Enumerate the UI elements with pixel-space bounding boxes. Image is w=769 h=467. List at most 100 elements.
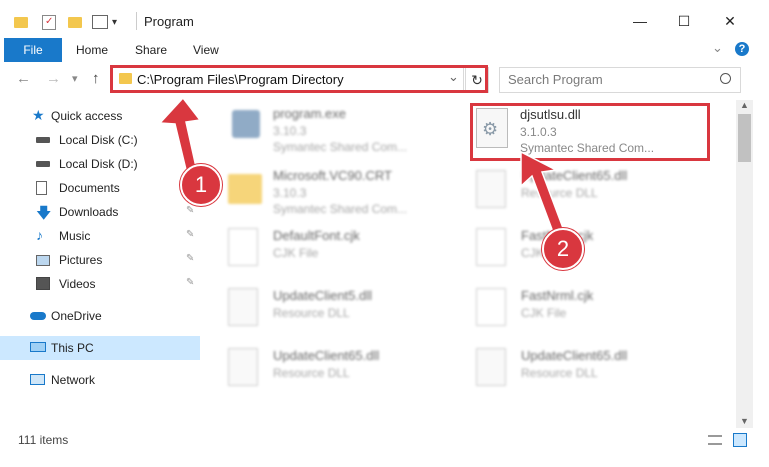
sidebar-item-network[interactable]: Network [0,368,200,392]
music-icon: ♪ [36,227,43,243]
file-item-program-exe[interactable]: program.exe 3.10.3 Symantec Shared Com..… [210,100,450,158]
sidebar-item-documents[interactable]: Documents [0,176,200,200]
documents-icon [36,181,47,195]
sidebar-item-label: Local Disk (C:) [59,133,138,147]
forward-button[interactable]: → [46,70,61,87]
file-item-updateclient5-dll[interactable]: UpdateClient5.dll Resource DLL [210,282,450,340]
tab-home[interactable]: Home [76,43,108,57]
tab-share[interactable]: Share [135,43,167,57]
file-icon [476,288,506,326]
file-item-updateclient65-dll-2[interactable]: UpdateClient65.dll Resource DLL [210,342,450,400]
window-title: Program [144,14,194,29]
search-icon[interactable] [720,73,731,84]
sidebar-item-videos[interactable]: Videos ✎ [0,272,200,296]
file-version: Resource DLL [521,366,598,380]
scrollbar-thumb[interactable] [738,114,751,162]
drive-icon [36,137,50,143]
recent-locations-button[interactable]: ▾ [72,72,78,85]
close-button[interactable]: ✕ [716,8,744,34]
customize-dropdown-icon[interactable]: ▾ [112,17,117,28]
folder-icon[interactable] [14,16,28,28]
chevron-down-icon[interactable]: ⌄ [712,40,723,56]
file-item-defaultfont-cjk[interactable]: DefaultFont.cjk CJK File [210,222,450,280]
file-version: Resource DLL [521,186,598,200]
minimize-button[interactable]: — [626,8,654,34]
navigation-pane: ★ Quick access Local Disk (C:) Local Dis… [0,100,200,420]
sidebar-item-label: OneDrive [51,309,102,323]
large-icons-view-icon[interactable] [733,433,747,447]
folder-icon [228,174,262,204]
file-name: UpdateClient65.dll [273,348,380,363]
callout-step-1: 1 [180,164,222,206]
sidebar-item-pictures[interactable]: Pictures ✎ [0,248,200,272]
sidebar-item-onedrive[interactable]: OneDrive [0,304,200,328]
new-folder-icon[interactable] [68,16,82,28]
help-icon[interactable]: ? [735,42,749,56]
file-icon [228,228,258,266]
item-count: 111 items [18,433,69,447]
pin-icon[interactable]: ✎ [186,253,194,264]
file-item-fastnrml-cjk-2[interactable]: FastNrml.cjk CJK File [458,282,698,340]
file-version: Resource DLL [273,366,350,380]
file-version: 3.10.3 [273,124,307,138]
file-name: FastNrml.cjk [521,288,594,303]
vertical-scrollbar[interactable]: ▲ ▼ [736,100,753,428]
sidebar-item-label: Documents [59,181,120,195]
sidebar-item-quick-access[interactable]: ★ Quick access [0,104,200,128]
computer-icon [30,342,46,352]
pin-icon[interactable]: ✎ [186,229,194,240]
sidebar-item-label: Quick access [51,109,123,123]
title-bar: ✓ ▾ Program — ☐ ✕ [0,0,769,38]
file-version: CJK File [273,246,319,260]
program-icon [232,110,260,138]
back-button[interactable]: ← [16,70,31,87]
file-item-vc90-crt[interactable]: Microsoft.VC90.CRT 3.10.3 Symantec Share… [210,162,450,220]
file-company: Symantec Shared Com... [273,140,408,154]
address-highlight-box [110,65,488,93]
sidebar-item-label: Music [59,229,91,243]
search-input[interactable]: Search Program [508,72,603,87]
file-item-updateclient65-dll[interactable]: UpdateClient65.dll Resource DLL [458,162,698,220]
up-button[interactable]: ↑ [92,70,100,87]
tab-file[interactable]: File [4,38,62,62]
pin-icon[interactable]: ✎ [186,277,194,288]
file-version: 3.10.3 [273,186,307,200]
pin-icon[interactable]: ✎ [186,205,194,216]
sidebar-item-downloads[interactable]: 🡇 Downloads ✎ [0,200,200,224]
sidebar-item-label: Local Disk (D:) [59,157,138,171]
file-version: Resource DLL [273,306,350,320]
download-icon: 🡇 [36,205,52,222]
tab-view[interactable]: View [193,43,219,57]
maximize-button[interactable]: ☐ [670,8,698,34]
ribbon: File Home Share View ⌄ ? [0,38,769,63]
properties-icon[interactable]: ✓ [42,14,56,30]
file-name: Microsoft.VC90.CRT [273,168,392,183]
file-name: DefaultFont.cjk [273,228,360,243]
quick-access-toolbar: ✓ ▾ [14,12,117,32]
file-name: UpdateClient65.dll [521,168,628,183]
scroll-up-icon[interactable]: ▲ [740,100,749,110]
sidebar-item-music[interactable]: ♪ Music ✎ [0,224,200,248]
file-icon [476,228,506,266]
search-box[interactable]: Search Program [499,67,741,93]
sidebar-item-label: Videos [59,277,96,291]
sidebar-item-label: Network [51,373,96,387]
drive-icon [36,161,50,167]
file-version: CJK File [521,306,567,320]
videos-icon [36,277,50,290]
sidebar-item-label: Pictures [59,253,103,267]
file-item-updateclient65-dll-3[interactable]: UpdateClient65.dll Resource DLL [458,342,698,400]
sidebar-item-this-pc[interactable]: This PC [0,336,200,360]
file-name: UpdateClient5.dll [273,288,373,303]
view-icon[interactable] [92,15,108,29]
star-icon: ★ [32,107,45,123]
file-name: UpdateClient65.dll [521,348,628,363]
sidebar-item-label: Downloads [59,205,119,219]
dll-gear-icon [228,348,258,386]
sidebar-item-local-disk-d[interactable]: Local Disk (D:) [0,152,200,176]
pictures-icon [36,255,50,266]
scroll-down-icon[interactable]: ▼ [740,416,749,426]
sidebar-item-local-disk-c[interactable]: Local Disk (C:) [0,128,200,152]
sidebar-item-label: This PC [51,341,94,355]
details-view-icon[interactable] [708,435,722,445]
